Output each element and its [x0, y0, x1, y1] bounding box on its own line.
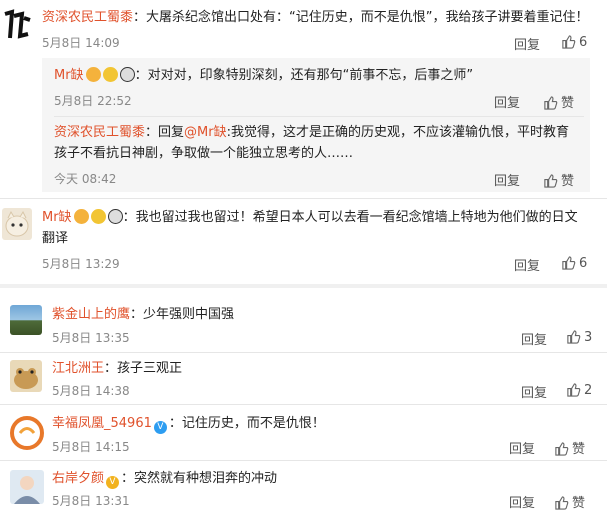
divider [0, 460, 607, 461]
thumb-up-icon [544, 96, 558, 110]
comment-author[interactable]: 紫金山上的鹰 [52, 307, 130, 322]
comment-line: 资深农民工蜀黍：大屠杀纪念馆出口处有：“记住历史，而不是仇恨”，我给孩子讲要着重… [42, 10, 589, 25]
divider [54, 116, 584, 117]
comment-line: Mr缺 ：我也留过我也留过！希望日本人可以去看一看纪念馆墙上特地为他们做的日文 [42, 209, 578, 225]
reply-author[interactable]: 资深农民工蜀黍 [54, 125, 145, 140]
reply-time: 5月8日 22:52 [54, 94, 132, 108]
like-button[interactable]: 2 [566, 382, 592, 398]
comment-text: 少年强则中国强 [143, 307, 235, 322]
reply-button[interactable]: 回复 [521, 382, 547, 401]
thumb-up-icon [562, 256, 576, 270]
reply-button[interactable]: 回复 [514, 255, 540, 274]
like-button[interactable]: 3 [566, 329, 592, 345]
reply-button[interactable]: 回复 [494, 170, 520, 189]
divider [0, 352, 607, 353]
reply-time: 今天 08:42 [54, 172, 117, 186]
comment-text: 大屠杀纪念馆出口处有：“记住历史，而不是仇恨”，我给孩子讲要着重记住！ [146, 10, 589, 25]
section-divider [0, 284, 607, 288]
comment-time: 5月8日 14:15 [52, 440, 130, 454]
comment-time: 5月8日 13:31 [52, 494, 130, 508]
reply-button[interactable]: 回复 [509, 438, 535, 457]
like-label: 赞 [572, 496, 586, 511]
sunglasses-emoji-icon [102, 67, 118, 82]
person-avatar-icon [14, 476, 40, 504]
comment-line: 江北洲王：孩子三观正 [52, 361, 183, 376]
thumb-up-icon [567, 330, 581, 344]
reply-prefix: 回复 [158, 125, 185, 140]
verified-icon: V [153, 421, 167, 434]
thumb-up-icon [555, 496, 569, 510]
comment-author[interactable]: 江北洲王 [52, 361, 104, 376]
thumb-up-icon [544, 174, 558, 188]
comment-time: 5月8日 13:29 [42, 257, 120, 271]
thumb-up-icon [555, 442, 569, 456]
divider [0, 404, 607, 405]
like-label: 赞 [561, 174, 575, 189]
comment-author[interactable]: Mr缺 [42, 210, 72, 225]
verified-icon: V [106, 476, 120, 489]
comment-text: 孩子三观正 [117, 361, 183, 376]
like-count: 6 [579, 35, 588, 50]
thumb-up-icon [562, 35, 576, 49]
comment-time: 5月8日 14:09 [42, 36, 120, 50]
like-count: 6 [579, 256, 588, 271]
divider [0, 198, 607, 199]
comment-text: 记住历史，而不是仇恨！ [181, 416, 325, 431]
avatar[interactable] [10, 360, 42, 392]
reply-author[interactable]: Mr缺 [54, 68, 84, 83]
comment-line: 紫金山上的鹰：少年强则中国强 [52, 307, 235, 322]
comment-author[interactable]: 幸福凤凰_54961 [52, 416, 152, 431]
calligraphy-avatar-icon [4, 9, 31, 39]
comment-author[interactable]: 资深农民工蜀黍 [42, 10, 133, 25]
like-button[interactable]: 6 [561, 34, 587, 50]
frog-avatar-icon [14, 368, 38, 389]
reply-button[interactable]: 回复 [521, 329, 547, 348]
like-button[interactable]: 赞 [554, 492, 585, 511]
avatar[interactable] [10, 416, 44, 450]
avatar[interactable] [2, 8, 32, 42]
like-label: 赞 [572, 442, 586, 457]
panda-emoji-icon [107, 209, 123, 224]
reply-line: 资深农民工蜀黍：回复@Mr缺:我觉得，这才是正确的历史观，不应该灌输仇恨，平时教… [54, 125, 569, 140]
like-button[interactable]: 6 [561, 255, 587, 271]
reply-line: Mr缺 ：对对对，印象特别深刻，还有那句“前事不忘，后事之师” [54, 67, 474, 83]
avatar[interactable] [10, 470, 44, 504]
reply-text-continued: 孩子不看抗日神剧，争取做一个能独立思考的人…… [54, 146, 354, 161]
thumb-up-icon [567, 383, 581, 397]
reply-button[interactable]: 回复 [494, 92, 520, 111]
reply-text: :我觉得，这才是正确的历史观，不应该灌输仇恨，平时教育 [226, 125, 569, 140]
comment-line: 右岸夕颜 V ：突然就有种想泪奔的冲动 [52, 471, 278, 489]
comment-text: 突然就有种想泪奔的冲动 [134, 471, 278, 486]
comment-line: 幸福凤凰_54961 V ：记住历史，而不是仇恨！ [52, 416, 325, 434]
sunglasses-emoji-icon [90, 209, 106, 224]
comment-text: 我也留过我也留过！希望日本人可以去看一看纪念馆墙上特地为他们做的日文 [135, 210, 578, 225]
like-count: 2 [584, 383, 593, 398]
reply-button[interactable]: 回复 [514, 34, 540, 53]
logo-avatar-icon [10, 416, 44, 450]
like-count: 3 [584, 330, 593, 345]
comment-author[interactable]: 右岸夕颜 [52, 471, 104, 486]
comment-time: 5月8日 14:38 [52, 384, 130, 398]
avatar[interactable] [10, 305, 42, 335]
mention-link[interactable]: @Mr缺 [184, 125, 227, 140]
comment-time: 5月8日 13:35 [52, 331, 130, 345]
emoji-icon [85, 67, 101, 82]
comment-text-continued: 翻译 [42, 231, 69, 246]
emoji-icon [73, 209, 89, 224]
panda-emoji-icon [119, 67, 135, 82]
cat-avatar-icon [5, 210, 29, 237]
reply-button[interactable]: 回复 [509, 492, 535, 511]
avatar[interactable] [2, 208, 32, 240]
like-label: 赞 [561, 96, 575, 111]
like-button[interactable]: 赞 [543, 170, 574, 189]
like-button[interactable]: 赞 [543, 92, 574, 111]
like-button[interactable]: 赞 [554, 438, 585, 457]
reply-text: 对对对，印象特别深刻，还有那句“前事不忘，后事之师” [147, 68, 474, 83]
